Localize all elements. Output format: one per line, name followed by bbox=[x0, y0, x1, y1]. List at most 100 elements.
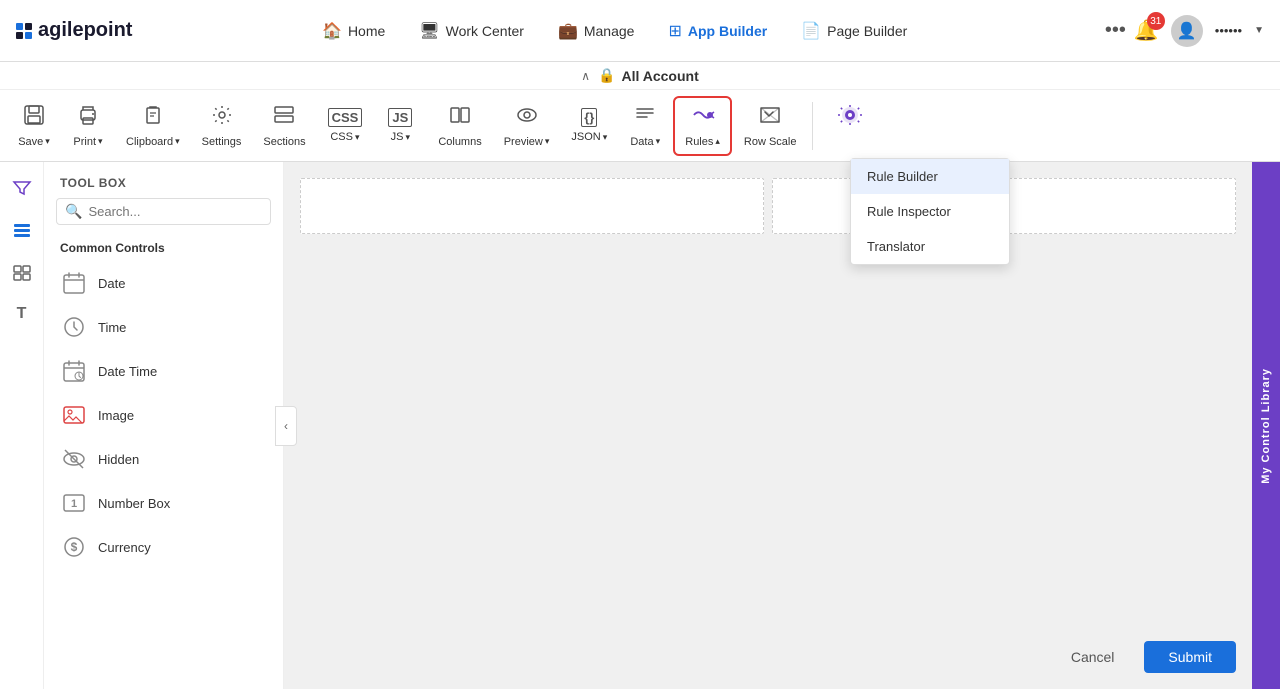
rules-label-row: Rules ▴ bbox=[685, 136, 720, 148]
data-label-row: Data ▾ bbox=[630, 136, 660, 148]
rules-label: Rules bbox=[685, 136, 713, 148]
user-dropdown-chevron[interactable]: ▼ bbox=[1254, 25, 1264, 36]
nav-app-builder[interactable]: ⊞ App Builder bbox=[654, 15, 781, 47]
clipboard-icon bbox=[142, 104, 164, 132]
main-layout: T TOOL BOX 🔍 Common Controls Date bbox=[0, 162, 1280, 689]
data-caret: ▾ bbox=[656, 136, 661, 147]
search-input[interactable] bbox=[88, 204, 264, 219]
json-label: JSON bbox=[571, 131, 600, 143]
nav-home[interactable]: 🏠 Home bbox=[308, 15, 399, 47]
toolbox-item-currency[interactable]: $ Currency bbox=[44, 525, 283, 569]
toolbox-item-currency-label: Currency bbox=[98, 540, 151, 555]
briefcase-icon: 💼 bbox=[558, 21, 578, 41]
rules-caret: ▴ bbox=[715, 136, 720, 147]
print-label-row: Print ▾ bbox=[73, 136, 102, 148]
sub-bar-title-container: 🔒 All Account bbox=[598, 67, 699, 84]
date-icon bbox=[60, 269, 88, 297]
sub-bar: ∧ 🔒 All Account bbox=[0, 62, 1280, 90]
save-icon bbox=[23, 104, 45, 132]
columns-button[interactable]: Columns bbox=[428, 96, 491, 156]
sidebar-list-icon[interactable] bbox=[4, 212, 40, 248]
toolbox-title: TOOL BOX bbox=[44, 162, 283, 198]
avatar-icon: 👤 bbox=[1177, 21, 1197, 41]
sub-bar-collapse[interactable]: ∧ bbox=[581, 69, 590, 83]
toolbox-item-time[interactable]: Time bbox=[44, 305, 283, 349]
sidebar-text-icon[interactable]: T bbox=[4, 296, 40, 332]
numberbox-icon: 1 bbox=[60, 489, 88, 517]
notification-badge: 31 bbox=[1147, 12, 1165, 30]
svg-text:$: $ bbox=[71, 540, 78, 554]
json-button[interactable]: {} JSON ▾ bbox=[561, 96, 617, 156]
lock-icon: 🔒 bbox=[598, 67, 615, 84]
logo-text: agilepoint bbox=[38, 19, 132, 42]
logo-dot-3 bbox=[16, 32, 23, 39]
toolbox-item-time-label: Time bbox=[98, 320, 126, 335]
canvas-cell-1[interactable] bbox=[300, 178, 764, 234]
toolbox-item-datetime[interactable]: Date Time bbox=[44, 349, 283, 393]
logo-dot-4 bbox=[25, 32, 32, 39]
canvas-row-1 bbox=[300, 178, 1236, 234]
clipboard-button[interactable]: Clipboard ▾ bbox=[116, 96, 190, 156]
submit-button[interactable]: Submit bbox=[1144, 641, 1236, 673]
dropdown-rule-inspector[interactable]: Rule Inspector bbox=[851, 194, 1009, 229]
columns-label: Columns bbox=[438, 136, 481, 148]
preview-button[interactable]: Preview ▾ bbox=[494, 96, 560, 156]
canvas-footer: Cancel Submit bbox=[1051, 641, 1236, 673]
row-scale-button[interactable]: Row Scale bbox=[734, 96, 807, 156]
nav-page-builder[interactable]: 📄 Page Builder bbox=[787, 15, 921, 47]
preview-label-row: Preview ▾ bbox=[504, 136, 550, 148]
clipboard-label: Clipboard bbox=[126, 136, 173, 148]
save-button[interactable]: Save ▾ bbox=[8, 96, 60, 156]
logo[interactable]: agilepoint bbox=[16, 19, 132, 42]
notification-bell[interactable]: 🔔 31 bbox=[1134, 18, 1159, 43]
js-caret: ▾ bbox=[405, 132, 410, 143]
collapse-panel-button[interactable]: ‹ bbox=[275, 406, 297, 446]
rules-button[interactable]: Rules ▴ bbox=[673, 96, 732, 156]
toolbox-item-hidden-label: Hidden bbox=[98, 452, 139, 467]
design-label: Design bbox=[829, 136, 863, 148]
nav-work-center[interactable]: 🖥 Work Center bbox=[405, 15, 538, 47]
data-button[interactable]: Data ▾ bbox=[619, 96, 671, 156]
sidebar-filter-icon[interactable] bbox=[4, 170, 40, 206]
print-button[interactable]: Print ▾ bbox=[62, 96, 114, 156]
logo-grid bbox=[16, 23, 32, 39]
user-avatar[interactable]: 👤 bbox=[1171, 15, 1203, 47]
data-label: Data bbox=[630, 136, 653, 148]
save-caret: ▾ bbox=[45, 136, 50, 147]
collapse-chevron-icon: ‹ bbox=[284, 419, 288, 433]
preview-caret: ▾ bbox=[545, 136, 550, 147]
dropdown-translator[interactable]: Translator bbox=[851, 229, 1009, 264]
toolbox-item-numberbox[interactable]: 1 Number Box bbox=[44, 481, 283, 525]
settings-button[interactable]: Settings bbox=[192, 96, 252, 156]
print-caret: ▾ bbox=[98, 136, 103, 147]
nav-manage[interactable]: 💼 Manage bbox=[544, 15, 649, 47]
dropdown-rule-builder[interactable]: Rule Builder bbox=[851, 159, 1009, 194]
right-sidebar[interactable]: My Control Library bbox=[1252, 162, 1280, 689]
toolbox-item-hidden[interactable]: Hidden bbox=[44, 437, 283, 481]
js-label: JS bbox=[391, 131, 404, 143]
nav-page-builder-label: Page Builder bbox=[827, 23, 907, 39]
logo-dot-2 bbox=[25, 23, 32, 30]
nav-more-button[interactable]: ••• bbox=[1097, 19, 1134, 42]
toolbar: Save ▾ Print ▾ Clipboard bbox=[0, 90, 1280, 162]
design-button[interactable]: Design ▾ bbox=[819, 96, 880, 156]
toolbox-item-date[interactable]: Date bbox=[44, 261, 283, 305]
datetime-icon bbox=[60, 357, 88, 385]
hidden-icon bbox=[60, 445, 88, 473]
sidebar-gallery-icon[interactable] bbox=[4, 254, 40, 290]
toolbox-item-image[interactable]: Image bbox=[44, 393, 283, 437]
toolbox-panel: TOOL BOX 🔍 Common Controls Date bbox=[44, 162, 284, 689]
preview-icon bbox=[516, 104, 538, 132]
css-label: CSS bbox=[330, 131, 353, 143]
js-button[interactable]: JS JS ▾ bbox=[374, 96, 426, 156]
toolbox-item-datetime-label: Date Time bbox=[98, 364, 157, 379]
sections-button[interactable]: Sections bbox=[253, 96, 315, 156]
cancel-button[interactable]: Cancel bbox=[1051, 641, 1135, 673]
css-icon: CSS bbox=[328, 108, 363, 127]
css-button[interactable]: CSS CSS ▾ bbox=[318, 96, 373, 156]
json-caret: ▾ bbox=[603, 132, 608, 143]
preview-label: Preview bbox=[504, 136, 543, 148]
search-icon: 🔍 bbox=[65, 203, 82, 220]
right-sidebar-label: My Control Library bbox=[1260, 368, 1272, 484]
left-sidebar-icons: T bbox=[0, 162, 44, 689]
